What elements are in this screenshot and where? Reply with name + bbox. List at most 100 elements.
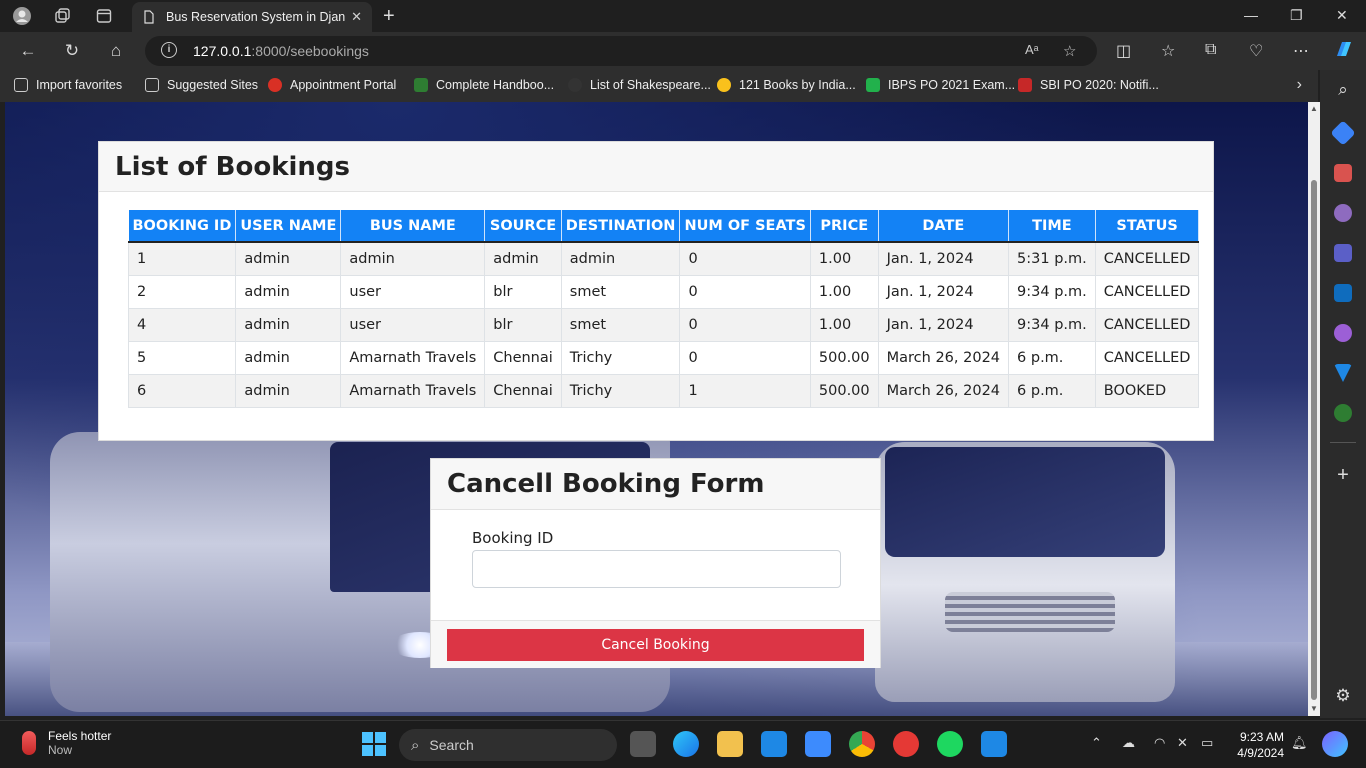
restore-icon[interactable]: ❐ — [1290, 7, 1303, 24]
taskbar-search[interactable]: ⌕ Search — [399, 729, 617, 761]
designer-icon[interactable] — [1334, 324, 1352, 342]
page-scrollbar[interactable]: ▲ ▼ — [1308, 102, 1320, 716]
new-tab-icon[interactable]: + — [383, 6, 395, 26]
outlook-icon[interactable] — [1334, 284, 1352, 302]
cell-num-seats: 0 — [679, 274, 811, 309]
cancel-booking-card: Cancell Booking Form Booking ID Cancel B… — [430, 458, 881, 668]
windows-start-icon[interactable] — [361, 731, 387, 757]
more-icon[interactable]: ⋯ — [1293, 41, 1309, 61]
cell-num-seats: 0 — [679, 241, 811, 276]
cell-date: Jan. 1, 2024 — [877, 241, 1010, 276]
favorite-sbi[interactable]: SBI PO 2020: Notifi... — [1018, 78, 1159, 92]
shopping-icon[interactable] — [1330, 120, 1356, 146]
chevron-right-icon[interactable]: › — [1297, 76, 1302, 94]
tab-bar: Bus Reservation System in Djang ✕ + — ❐ … — [0, 0, 1366, 32]
favorite-star-icon[interactable]: ☆ — [1063, 42, 1076, 60]
scroll-down-icon[interactable]: ▼ — [1310, 704, 1318, 713]
workspaces-icon[interactable] — [52, 6, 72, 26]
table-row: 2 admin user blr smet 0 1.00 Jan. 1, 202… — [127, 274, 1200, 309]
close-window-icon[interactable]: ✕ — [1336, 7, 1348, 24]
home-icon[interactable]: ⌂ — [105, 40, 127, 62]
cell-source: admin — [484, 241, 562, 276]
notification-bell-icon[interactable]: 🔔︎ — [1291, 735, 1308, 751]
read-aloud-icon[interactable]: Aᵃ — [1025, 42, 1039, 57]
file-explorer-icon[interactable] — [717, 731, 743, 757]
speaker-muted-icon[interactable]: ✕ — [1177, 735, 1188, 751]
form-footer: Cancel Booking — [431, 620, 880, 668]
column-header: DESTINATION — [561, 210, 681, 243]
search-icon[interactable]: ⌕ — [1334, 80, 1352, 100]
favorite-suggested-sites[interactable]: Suggested Sites — [145, 78, 258, 92]
cell-destination: Trichy — [560, 340, 681, 375]
copilot-icon[interactable] — [1333, 38, 1355, 65]
sbi-icon — [1018, 78, 1032, 92]
favorite-appointment-portal[interactable]: Appointment Portal — [268, 78, 396, 92]
sidebar-divider — [1330, 442, 1356, 443]
mail-icon[interactable] — [805, 731, 831, 757]
address-toolbar: ← ↻ ⌂ i 127.0.0.1:8000/seebookings Aᵃ ☆ … — [0, 32, 1366, 70]
favorites-icon[interactable]: ☆ — [1161, 41, 1175, 61]
favorite-handbook[interactable]: Complete Handboo... — [414, 78, 554, 92]
vscode-icon[interactable] — [981, 731, 1007, 757]
tab-actions-icon[interactable] — [94, 6, 114, 26]
task-view-icon[interactable] — [630, 731, 656, 757]
cancel-booking-button[interactable]: Cancel Booking — [447, 629, 864, 661]
cell-date: March 26, 2024 — [877, 373, 1010, 408]
background-bus-right — [875, 442, 1175, 702]
tools-icon[interactable] — [1334, 164, 1352, 182]
cell-num-seats: 0 — [679, 307, 811, 342]
battery-icon[interactable]: ▭ — [1201, 735, 1213, 751]
windows-taskbar: Feels hotter Now ⌕ Search ⌃ ☁ ◠ ✕ ▭ 9:23… — [0, 720, 1366, 768]
performance-icon[interactable]: ♡ — [1249, 41, 1263, 61]
column-header: NUM OF SEATS — [679, 210, 811, 243]
microsoft-store-icon[interactable] — [761, 731, 787, 757]
cell-time: 6 p.m. — [1008, 340, 1096, 375]
favorite-ibps[interactable]: IBPS PO 2021 Exam... — [866, 78, 1015, 92]
wps-office-icon[interactable] — [893, 731, 919, 757]
edge-browser-icon[interactable] — [673, 731, 699, 757]
wifi-icon[interactable]: ◠ — [1154, 735, 1165, 751]
cell-price: 1.00 — [809, 274, 879, 309]
cell-user-name: admin — [235, 307, 342, 342]
split-screen-icon[interactable]: ◫ — [1116, 41, 1131, 61]
booking-id-input[interactable] — [472, 550, 841, 588]
scroll-up-icon[interactable]: ▲ — [1310, 104, 1318, 113]
games-icon[interactable] — [1334, 204, 1352, 222]
favorite-shakespeare[interactable]: List of Shakespeare... — [568, 78, 711, 92]
refresh-icon[interactable]: ↻ — [61, 40, 83, 62]
office-icon[interactable] — [1334, 244, 1352, 262]
scrollbar-thumb[interactable] — [1311, 180, 1317, 700]
spotify-icon[interactable] — [937, 731, 963, 757]
bookings-title: List of Bookings — [99, 142, 1213, 192]
url-text[interactable]: 127.0.0.1:8000/seebookings — [193, 43, 369, 59]
active-tab[interactable]: Bus Reservation System in Djang ✕ — [132, 2, 372, 32]
table-row: 6 admin Amarnath Travels Chennai Trichy … — [127, 373, 1200, 408]
copilot-taskbar-icon[interactable] — [1322, 731, 1348, 757]
close-tab-icon[interactable]: ✕ — [351, 9, 362, 25]
cell-time: 9:34 p.m. — [1008, 307, 1096, 342]
profile-icon[interactable] — [12, 6, 32, 26]
weather-widget[interactable]: Feels hotter Now — [22, 729, 111, 757]
cell-bus-name: Amarnath Travels — [340, 340, 486, 375]
add-icon[interactable]: + — [1334, 464, 1352, 487]
table-row: 5 admin Amarnath Travels Chennai Trichy … — [127, 340, 1200, 375]
collections-icon[interactable]: ⧉ — [1205, 41, 1216, 59]
bookings-table: BOOKING ID USER NAME BUS NAME SOURCE DES… — [127, 210, 1200, 408]
cell-booking-id: 1 — [127, 241, 237, 276]
site-info-icon[interactable]: i — [161, 42, 177, 58]
clock[interactable]: 9:23 AM 4/9/2024 — [1228, 729, 1284, 761]
cell-time: 5:31 p.m. — [1008, 241, 1096, 276]
settings-gear-icon[interactable]: ⚙ — [1334, 686, 1352, 706]
address-bar[interactable]: i 127.0.0.1:8000/seebookings Aᵃ ☆ — [145, 36, 1097, 66]
back-icon[interactable]: ← — [17, 40, 39, 62]
tree-icon[interactable] — [1334, 404, 1352, 422]
minimize-icon[interactable]: — — [1244, 7, 1258, 23]
onedrive-icon[interactable]: ☁ — [1122, 735, 1135, 751]
favorite-books[interactable]: 121 Books by India... — [717, 78, 856, 92]
cell-bus-name: user — [340, 274, 486, 309]
send-icon[interactable] — [1334, 364, 1352, 382]
chrome-icon[interactable] — [849, 731, 875, 757]
favorite-import[interactable]: Import favorites — [14, 78, 122, 92]
tray-chevron-up-icon[interactable]: ⌃ — [1091, 735, 1102, 751]
page-icon — [145, 78, 159, 92]
